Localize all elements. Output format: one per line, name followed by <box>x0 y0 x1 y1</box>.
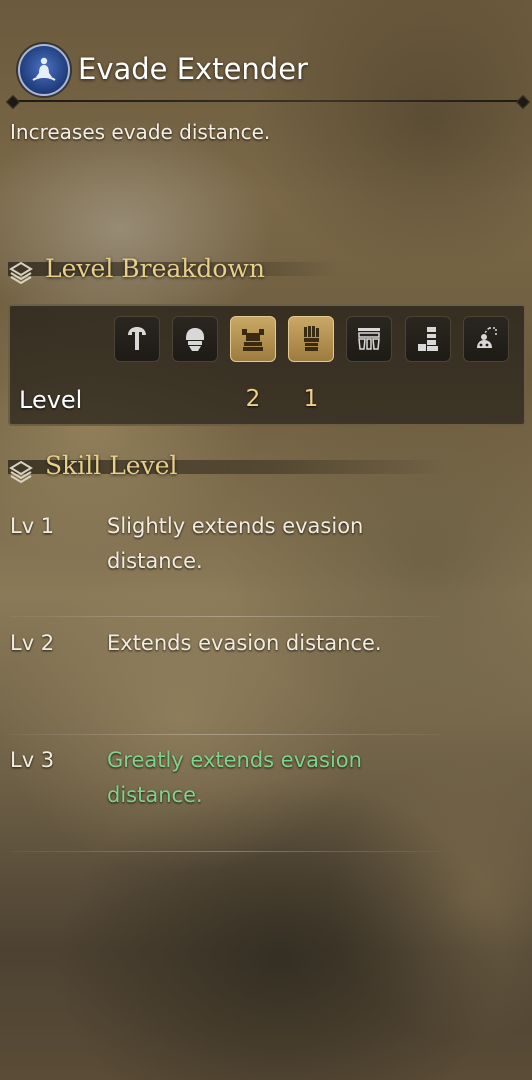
skill-description: Increases evade distance. <box>10 120 271 144</box>
layers-icon <box>8 260 34 286</box>
level-1-label: Lv 1 <box>10 514 55 538</box>
skill-emblem <box>18 44 70 96</box>
skill-title: Evade Extender <box>78 52 308 86</box>
waist-icon <box>358 328 380 350</box>
row-divider <box>10 851 440 852</box>
arms-slot[interactable] <box>288 316 334 362</box>
layers-icon <box>8 459 34 485</box>
level-row-label: Level <box>19 386 83 414</box>
level-2-label: Lv 2 <box>10 631 55 655</box>
divider-ornament-left <box>5 94 21 110</box>
row-divider <box>10 734 440 735</box>
talisman-icon <box>477 327 497 348</box>
level-2-description-line-1: Extends evasion distance. <box>107 631 382 655</box>
level-1-description-line-2: distance. <box>107 549 203 573</box>
meditating-figure-icon <box>32 57 56 81</box>
level-3-label: Lv 3 <box>10 748 55 772</box>
level-1-description: Slightly extends evasion distance. <box>107 509 407 579</box>
chest-icon <box>242 329 264 351</box>
arms-level-value: 1 <box>303 386 319 412</box>
divider-ornament-right <box>515 94 531 110</box>
helm-slot[interactable] <box>172 316 218 362</box>
talisman-slot[interactable] <box>463 316 509 362</box>
level-1-description-line-1: Slightly extends evasion <box>107 514 364 538</box>
level-3-description-line-1: Greatly extends evasion <box>107 748 362 772</box>
chest-level-value: 2 <box>245 386 261 412</box>
weapon-slot[interactable] <box>114 316 160 362</box>
chest-slot[interactable] <box>230 316 276 362</box>
helm-icon <box>186 328 204 351</box>
waist-slot[interactable] <box>346 316 392 362</box>
legs-icon <box>418 327 438 351</box>
level-2-description: Extends evasion distance. <box>107 626 407 661</box>
row-divider <box>10 616 440 617</box>
level-breakdown-title: Level Breakdown <box>45 254 265 283</box>
arms-icon <box>304 326 319 351</box>
level-3-description: Greatly extends evasion distance. <box>107 743 407 813</box>
title-divider <box>10 100 526 102</box>
skill-level-title: Skill Level <box>45 451 178 480</box>
legs-slot[interactable] <box>405 316 451 362</box>
weapon-icon <box>128 327 146 350</box>
level-3-description-line-2: distance. <box>107 783 203 807</box>
